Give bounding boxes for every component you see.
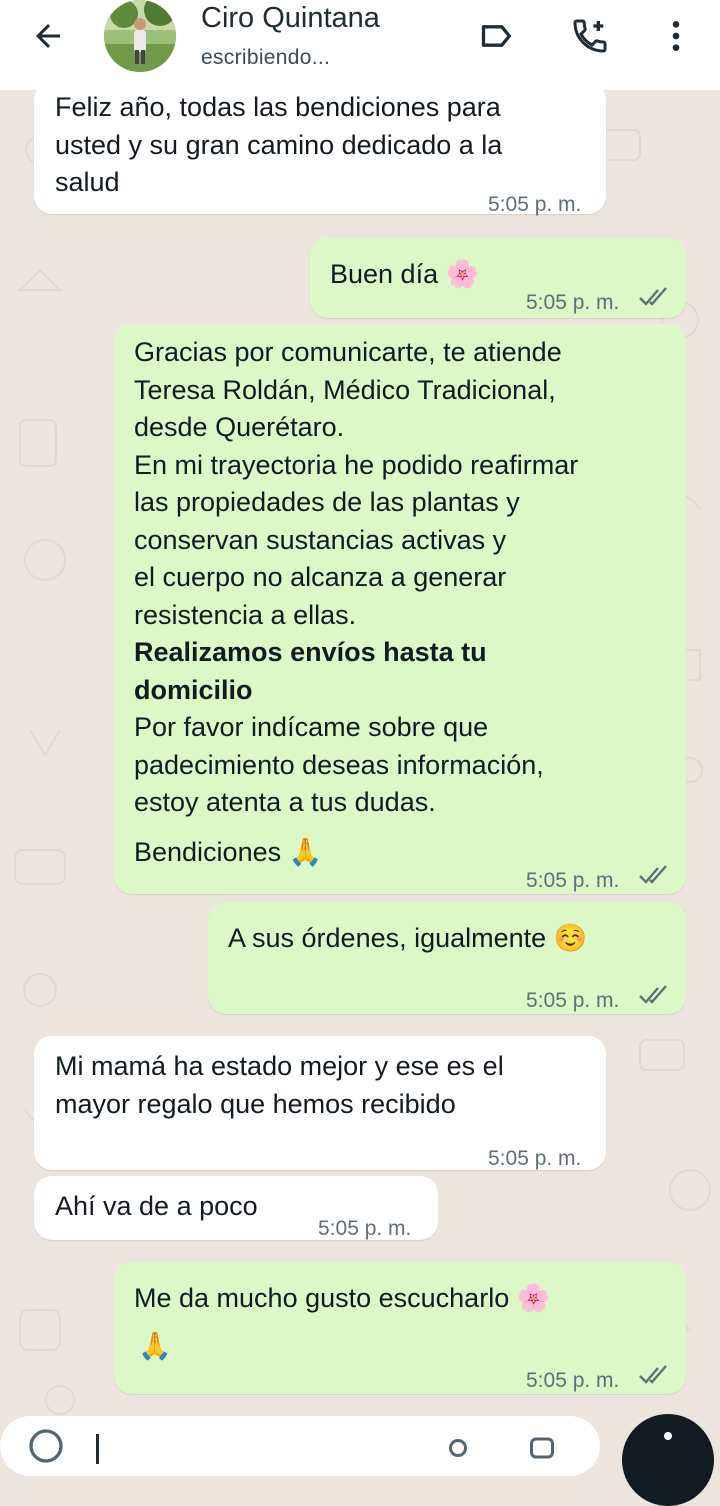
more-options-button[interactable] <box>654 14 698 58</box>
message-text: Gracias por comunicarte, te atiende Tere… <box>134 337 579 630</box>
message-time: 5:05 p. m. <box>318 1217 412 1240</box>
message-text: Buen día <box>330 259 439 289</box>
message-outgoing[interactable]: Gracias por comunicarte, te atiende Tere… <box>114 324 686 894</box>
message-outgoing[interactable]: Me da mucho gusto escucharlo 🌸 🙏 5:05 p.… <box>114 1262 686 1394</box>
double-check-icon <box>639 865 667 884</box>
message-time: 5:05 p. m. <box>526 989 620 1012</box>
message-time: 5:05 p. m. <box>488 193 582 216</box>
contact-name[interactable]: Ciro Quintana <box>201 2 380 35</box>
message-time: 5:05 p. m. <box>526 291 620 314</box>
label-icon <box>481 25 511 47</box>
blossom-emoji: 🌸 <box>516 1283 551 1313</box>
message-bold-text: Realizamos envíos hasta tu domicilio <box>134 637 487 705</box>
message-time: 5:05 p. m. <box>488 1147 582 1170</box>
message-text: Mi mamá ha estado mejor y ese es el mayo… <box>55 1051 504 1119</box>
blossom-emoji: 🌸 <box>445 259 480 289</box>
message-composer[interactable] <box>0 1416 600 1476</box>
camera-icon[interactable] <box>524 1430 560 1466</box>
message-closing: Bendiciones <box>134 837 282 867</box>
back-arrow-icon <box>36 24 60 48</box>
message-time: 5:05 p. m. <box>526 1369 620 1392</box>
double-check-icon <box>639 1365 667 1384</box>
add-call-button[interactable] <box>568 14 612 58</box>
contact-status: escribiendo... <box>201 46 331 69</box>
message-text: Ahí va de a poco <box>55 1191 258 1221</box>
message-text: Por favor indícame sobre que padecimient… <box>134 712 544 817</box>
smiling-face-emoji: ☺️ <box>553 923 588 953</box>
message-closing-line: Bendiciones 🙏 <box>134 834 322 872</box>
message-text: A sus órdenes, igualmente <box>228 923 547 953</box>
message-incoming[interactable]: Ahí va de a poco 5:05 p. m. <box>34 1176 438 1240</box>
add-call-icon <box>573 19 607 53</box>
message-text-line: Me da mucho gusto escucharlo 🌸 <box>134 1280 550 1318</box>
message-outgoing[interactable]: A sus órdenes, igualmente ☺️ 5:05 p. m. <box>208 902 686 1014</box>
double-check-icon <box>639 287 667 306</box>
back-button[interactable] <box>24 14 72 58</box>
message-time: 5:05 p. m. <box>526 869 620 892</box>
attach-icon[interactable] <box>440 1430 476 1466</box>
double-check-icon <box>639 985 667 1004</box>
message-incoming[interactable]: Feliz año, todas las bendiciones para us… <box>34 82 606 216</box>
chat-header: Ciro Quintana escribiendo... <box>0 0 720 90</box>
message-text: Feliz año, todas las bendiciones para us… <box>55 92 503 197</box>
praying-hands-emoji: 🙏 <box>288 837 323 867</box>
praying-hands-emoji: 🙏 <box>138 1331 172 1361</box>
avatar[interactable] <box>104 0 176 72</box>
more-vert-icon <box>672 21 680 51</box>
emoji-icon[interactable] <box>26 1426 66 1466</box>
message-outgoing[interactable]: Buen día 🌸 5:05 p. m. <box>310 238 686 318</box>
message-text: Me da mucho gusto escucharlo <box>134 1283 510 1313</box>
message-text-line: A sus órdenes, igualmente ☺️ <box>228 920 587 958</box>
microphone-icon <box>664 1432 672 1440</box>
avatar-photo <box>104 0 176 72</box>
voice-message-button[interactable] <box>622 1414 714 1506</box>
text-cursor <box>96 1434 99 1464</box>
message-text-line: Buen día 🌸 <box>330 256 479 294</box>
message-incoming[interactable]: Mi mamá ha estado mejor y ese es el mayo… <box>34 1036 606 1170</box>
label-button[interactable] <box>474 14 518 58</box>
